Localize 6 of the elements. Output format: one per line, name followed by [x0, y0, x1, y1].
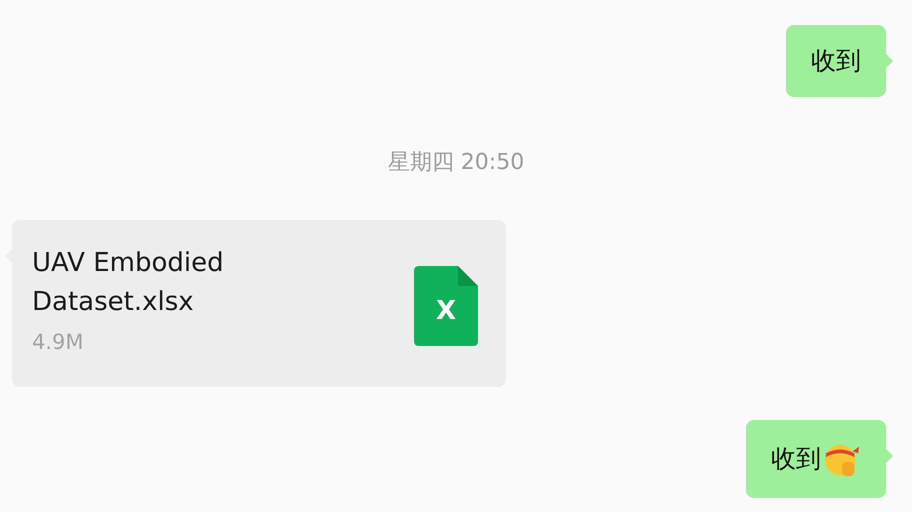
- file-size: 4.9M: [32, 330, 85, 354]
- spreadsheet-file-icon: X: [414, 266, 478, 346]
- bubble-tail: [885, 448, 893, 464]
- file-name: UAV Embodied Dataset.xlsx: [32, 247, 225, 319]
- timestamp: 星期四 20:50: [388, 150, 524, 176]
- bubble-tail: [885, 53, 893, 69]
